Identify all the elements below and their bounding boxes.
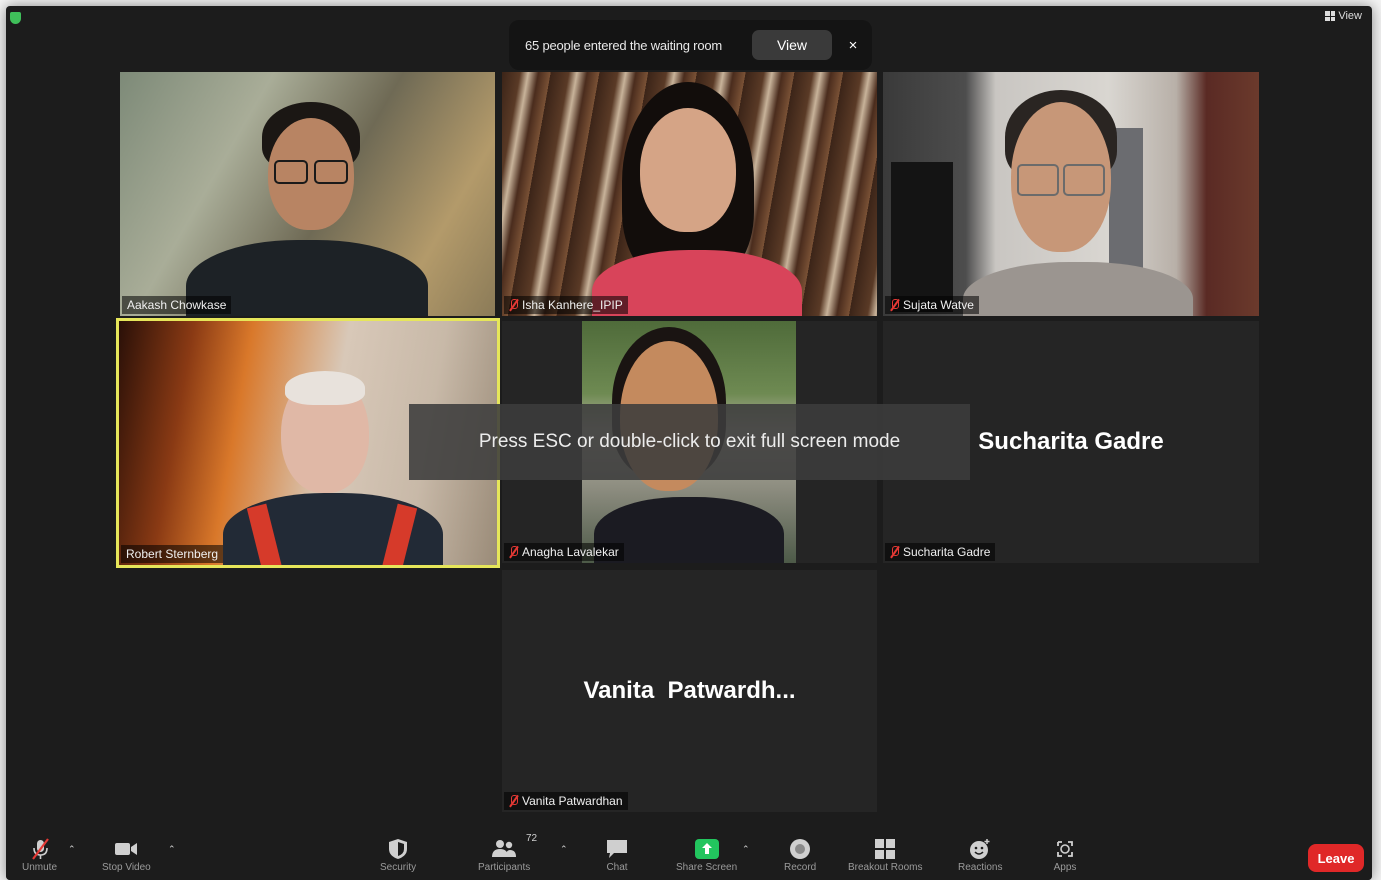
audio-options-chevron-up-icon[interactable]: ⌃: [68, 844, 76, 855]
exit-fullscreen-hint: Press ESC or double-click to exit full s…: [409, 404, 970, 480]
breakout-rooms-grid-icon: [875, 839, 896, 859]
chat-bubble-icon: [607, 840, 627, 858]
zoom-meeting-window: View 65 people entered the waiting room …: [6, 6, 1372, 880]
record-button[interactable]: Record: [784, 838, 816, 873]
participant-name-tag: Anagha Lavalekar: [504, 543, 624, 561]
muted-mic-icon: [509, 795, 518, 807]
muted-mic-icon: [509, 546, 518, 558]
gallery-grid-icon: [1325, 11, 1336, 21]
video-feed: [502, 72, 877, 316]
stop-video-label: Stop Video: [102, 862, 151, 873]
muted-mic-icon: [890, 299, 899, 311]
participants-label: Participants: [478, 862, 531, 873]
muted-mic-icon: [31, 838, 49, 860]
view-layout-label: View: [1338, 10, 1362, 22]
participant-name: Isha Kanhere_IPIP: [522, 298, 623, 312]
breakout-rooms-button[interactable]: Breakout Rooms: [848, 838, 922, 873]
video-camera-icon: [115, 843, 138, 855]
leave-meeting-button[interactable]: Leave: [1308, 844, 1364, 872]
participants-count-badge: 72: [526, 833, 538, 844]
video-feed: [120, 72, 495, 316]
share-screen-label: Share Screen: [676, 862, 738, 873]
reactions-button[interactable]: Reactions: [958, 838, 1002, 873]
record-label: Record: [784, 862, 817, 873]
muted-mic-icon: [890, 546, 899, 558]
waiting-room-view-button[interactable]: View: [752, 30, 832, 60]
meeting-toolbar: Unmute ⌃ Stop Video ⌃ Security Participa…: [6, 832, 1372, 880]
participant-video-tile[interactable]: Aakash Chowkase: [120, 72, 495, 316]
share-screen-button[interactable]: Share Screen: [676, 838, 737, 873]
participant-name: Sujata Watve: [903, 298, 974, 312]
record-icon: [790, 839, 811, 859]
emoji-smiley-icon: [970, 839, 990, 859]
unmute-button[interactable]: Unmute: [22, 838, 57, 873]
participant-name: Sucharita Gadre: [903, 545, 991, 559]
video-options-chevron-up-icon[interactable]: ⌃: [168, 844, 176, 855]
chat-label: Chat: [606, 862, 628, 873]
participants-icon: [492, 840, 517, 857]
participant-name-tag: Sucharita Gadre: [885, 543, 996, 561]
stop-video-button[interactable]: Stop Video: [102, 838, 151, 873]
apps-icon: [1057, 841, 1073, 857]
security-label: Security: [380, 862, 417, 873]
shield-icon: [389, 839, 408, 859]
encryption-shield-icon[interactable]: [10, 12, 21, 24]
chat-button[interactable]: Chat: [604, 838, 630, 873]
participant-name: Aakash Chowkase: [127, 298, 227, 312]
participant-name-tag: Isha Kanhere_IPIP: [504, 296, 628, 314]
participant-video-tile[interactable]: Isha Kanhere_IPIP: [502, 72, 877, 316]
participant-display-name: Vanita Patwardh...: [583, 677, 796, 704]
participant-name-tag: Robert Sternberg: [121, 545, 224, 563]
reactions-label: Reactions: [958, 862, 1003, 873]
waiting-room-notification-text: 65 people entered the waiting room: [525, 37, 723, 53]
view-layout-button[interactable]: View: [1325, 10, 1362, 22]
breakout-rooms-label: Breakout Rooms: [848, 862, 923, 873]
participant-name: Robert Sternberg: [126, 547, 219, 561]
close-icon[interactable]: ×: [846, 37, 860, 54]
share-options-chevron-up-icon[interactable]: ⌃: [742, 844, 750, 855]
participant-name: Anagha Lavalekar: [522, 545, 619, 559]
participant-name-tag: Sujata Watve: [885, 296, 979, 314]
unmute-label: Unmute: [22, 862, 58, 873]
share-screen-icon: [694, 839, 719, 859]
participant-video-tile[interactable]: Vanita Patwardh... Vanita Patwardhan: [502, 570, 877, 812]
muted-mic-icon: [509, 299, 518, 311]
apps-label: Apps: [1053, 862, 1077, 873]
apps-button[interactable]: Apps: [1052, 838, 1078, 873]
waiting-room-notification: 65 people entered the waiting room View …: [509, 20, 872, 70]
participants-options-chevron-up-icon[interactable]: ⌃: [560, 844, 568, 855]
security-button[interactable]: Security: [380, 838, 416, 873]
participant-video-tile[interactable]: Sujata Watve: [883, 72, 1259, 316]
participant-name-tag: Aakash Chowkase: [122, 296, 232, 314]
video-feed: [883, 72, 1259, 316]
participant-name-tag: Vanita Patwardhan: [504, 792, 628, 810]
participant-name: Vanita Patwardhan: [522, 794, 623, 808]
participants-button[interactable]: Participants: [478, 838, 530, 873]
